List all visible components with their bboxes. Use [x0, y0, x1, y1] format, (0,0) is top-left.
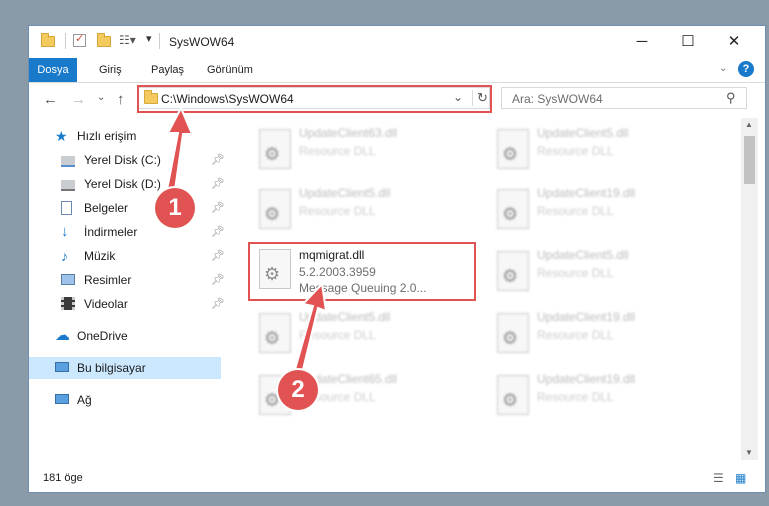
new-folder-icon[interactable]	[97, 33, 111, 52]
dll-file-icon: ⚙	[259, 313, 291, 353]
document-icon	[61, 201, 72, 215]
computer-icon	[55, 362, 69, 372]
dll-file-icon: ⚙	[497, 375, 529, 415]
tab-share[interactable]: Paylaş	[143, 58, 192, 82]
navigation-pane: ★ Hızlı erişim Yerel Disk (C:) 📌︎ Yerel …	[29, 118, 227, 460]
sidebar-item-pictures[interactable]: Resimler 📌︎	[29, 269, 225, 291]
details-view-icon[interactable]: ☰	[713, 471, 724, 485]
forward-arrow-icon[interactable]: →	[71, 91, 86, 108]
scroll-down-icon[interactable]: ▼	[745, 448, 753, 457]
minimize-button[interactable]: ─	[619, 26, 665, 56]
sidebar-item-this-pc[interactable]: Bu bilgisayar	[29, 357, 221, 379]
sidebar-item-onedrive[interactable]: ☁ OneDrive	[29, 325, 225, 347]
dll-file-icon: ⚙	[497, 313, 529, 353]
sidebar-item-quick-access[interactable]: ★ Hızlı erişim	[29, 125, 225, 147]
folder-icon	[41, 33, 55, 52]
vertical-scrollbar[interactable]: ▲ ▼	[741, 118, 758, 460]
sidebar-item-drive-d[interactable]: Yerel Disk (D:) 📌︎	[29, 173, 225, 195]
back-arrow-icon[interactable]: ←	[43, 91, 58, 108]
tab-file[interactable]: Dosya	[29, 58, 77, 82]
up-arrow-icon[interactable]: ↑	[117, 91, 125, 108]
drive-icon	[61, 180, 75, 191]
maximize-button[interactable]: ☐	[665, 26, 711, 56]
pin-icon[interactable]: 📌︎	[211, 149, 225, 171]
sidebar-item-downloads[interactable]: ↓ İndirmeler 📌︎	[29, 221, 225, 243]
file-item[interactable]: ⚙ UpdateClient19.dll Resource DLL	[487, 182, 713, 236]
pin-icon[interactable]: 📌︎	[211, 173, 225, 195]
title-bar: ✓ ☷▾ ▾ SysWOW64 ─ ☐ ✕	[29, 26, 765, 58]
dll-file-icon: ⚙	[259, 189, 291, 229]
address-highlight-box	[137, 85, 492, 113]
file-item[interactable]: ⚙ UpdateClient19.dll Resource DLL	[487, 306, 713, 360]
file-item[interactable]: ⚙ UpdateClient5.dll Resource DLL	[249, 306, 475, 360]
download-icon: ↓	[61, 223, 69, 240]
scroll-thumb[interactable]	[744, 136, 755, 184]
music-icon: ♪	[61, 248, 68, 264]
tab-view[interactable]: Görünüm	[199, 58, 261, 82]
cloud-icon: ☁	[55, 327, 70, 344]
scroll-up-icon[interactable]: ▲	[745, 120, 753, 129]
help-icon[interactable]: ?	[738, 61, 754, 77]
status-bar: 181 öge ☰ ▦	[29, 466, 765, 492]
dll-file-icon: ⚙	[259, 129, 291, 169]
sidebar-item-music[interactable]: ♪ Müzik 📌︎	[29, 245, 225, 267]
divider	[159, 33, 160, 49]
dll-file-icon: ⚙	[497, 129, 529, 169]
search-placeholder[interactable]: Ara: SysWOW64	[512, 92, 603, 106]
file-highlight-box	[248, 242, 476, 301]
video-icon	[61, 297, 75, 310]
star-icon: ★	[55, 128, 68, 144]
sidebar-item-documents[interactable]: Belgeler 📌︎	[29, 197, 225, 219]
drive-icon	[61, 156, 75, 167]
quick-access-dropdown-icon[interactable]: ▾	[146, 32, 152, 48]
pictures-icon	[61, 274, 75, 285]
sidebar-item-network[interactable]: Ağ	[29, 389, 225, 411]
sidebar-item-drive-c[interactable]: Yerel Disk (C:) 📌︎	[29, 149, 225, 171]
expand-ribbon-icon[interactable]: ⌄	[719, 63, 727, 74]
ribbon: Dosya Giriş Paylaş Görünüm ⌄ ?	[29, 58, 765, 83]
item-count: 181 öge	[43, 472, 83, 484]
file-item[interactable]: ⚙ UpdateClient5.dll Resource DLL	[487, 244, 713, 298]
search-box[interactable]: Ara: SysWOW64 ⚲	[501, 87, 747, 109]
pin-icon[interactable]: 📌︎	[211, 221, 225, 243]
file-item[interactable]: ⚙ UpdateClient5.dll Resource DLL	[249, 182, 475, 236]
window-title: SysWOW64	[169, 35, 235, 49]
sidebar-item-videos[interactable]: Videolar 📌︎	[29, 293, 225, 315]
file-item[interactable]: ⚙ UpdateClient63.dll Resource DLL	[249, 122, 475, 176]
step-1-badge: 1	[155, 188, 195, 228]
pin-icon[interactable]: 📌︎	[211, 245, 225, 267]
dll-file-icon: ⚙	[497, 189, 529, 229]
file-item[interactable]: ⚙ UpdateClient5.dll Resource DLL	[487, 122, 713, 176]
properties-icon[interactable]: ✓	[73, 33, 86, 47]
pin-icon[interactable]: 📌︎	[211, 197, 225, 219]
pin-icon[interactable]: 📌︎	[211, 269, 225, 291]
file-item[interactable]: ⚙ UpdateClient19.dll Resource DLL	[487, 368, 713, 422]
large-icons-view-icon[interactable]: ▦	[735, 471, 746, 485]
tab-home[interactable]: Giriş	[91, 58, 130, 82]
recent-locations-icon[interactable]: ⌄	[97, 92, 105, 103]
network-icon	[55, 394, 69, 404]
close-button[interactable]: ✕	[711, 26, 757, 56]
divider	[65, 33, 66, 49]
pin-icon[interactable]: 📌︎	[211, 293, 225, 315]
step-2-badge: 2	[278, 370, 318, 410]
customize-icon[interactable]: ☷▾	[119, 33, 136, 49]
dll-file-icon: ⚙	[497, 251, 529, 291]
search-icon[interactable]: ⚲	[726, 90, 736, 106]
